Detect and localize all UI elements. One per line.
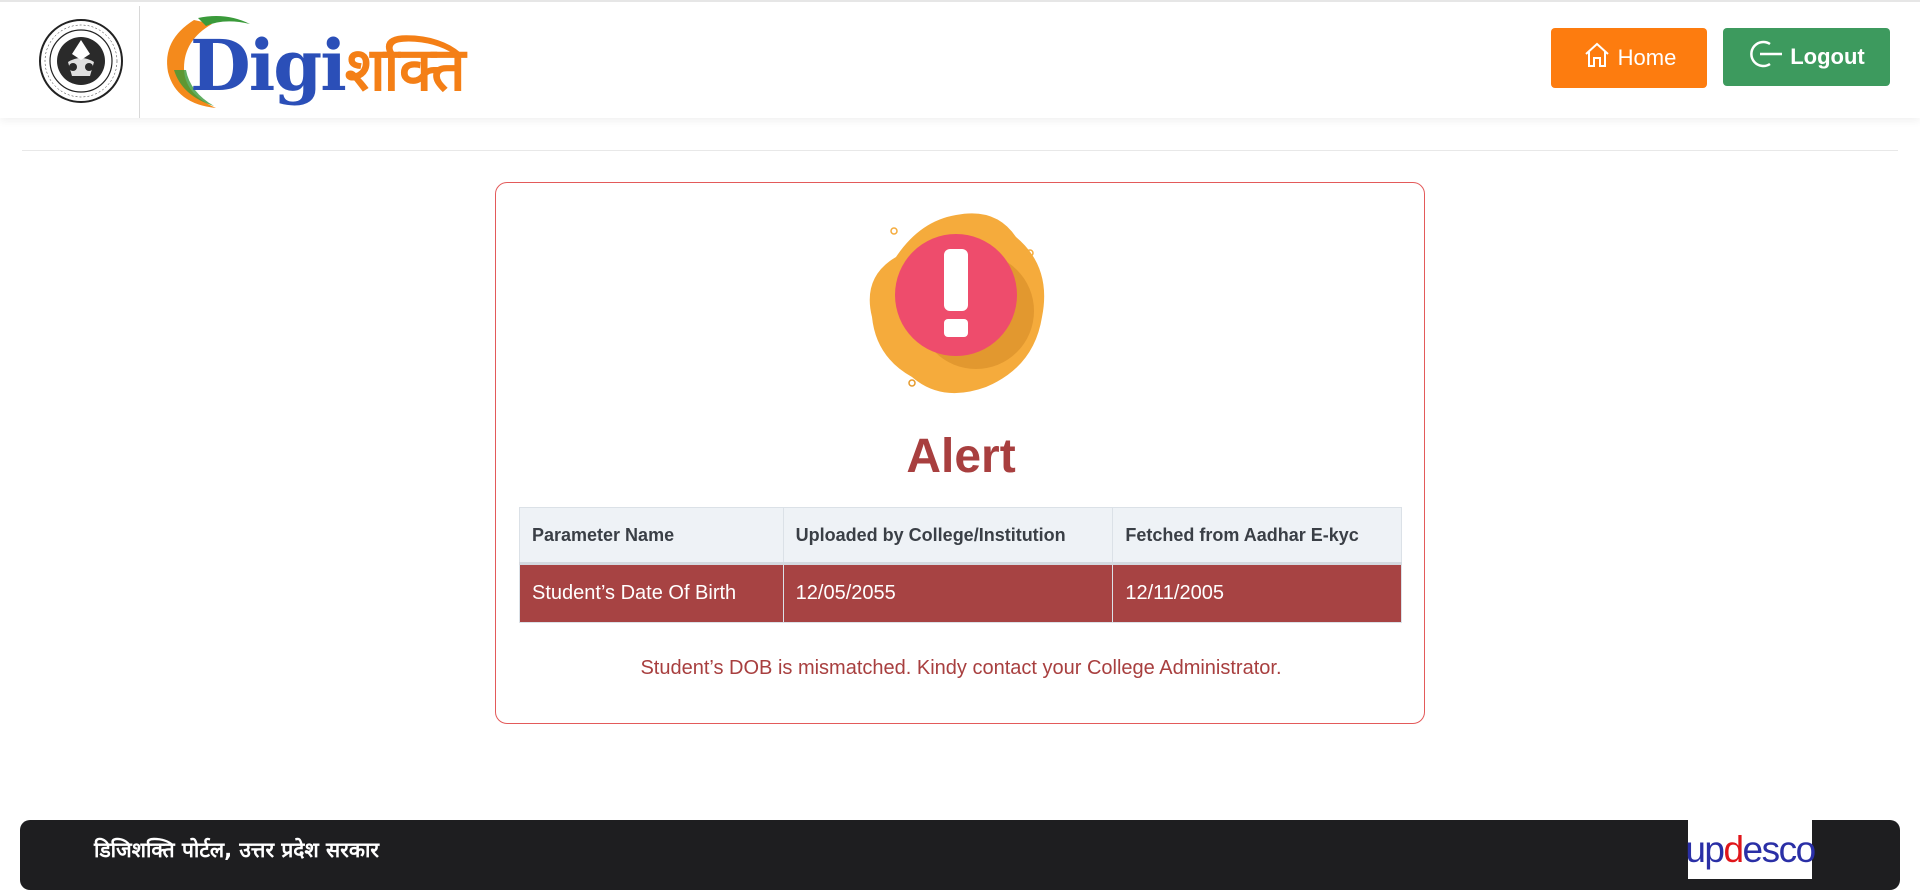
header-divider	[139, 6, 140, 118]
content-divider	[22, 150, 1898, 151]
logout-button[interactable]: Logout	[1723, 28, 1890, 86]
site-header: Digiशक्ति Home Logout	[0, 0, 1920, 118]
table-row: Student’s Date Of Birth 12/05/2055 12/11…	[519, 563, 1402, 623]
table-header-cell: Uploaded by College/Institution	[782, 507, 1114, 565]
table-header-cell: Parameter Name	[519, 507, 784, 565]
site-footer: डिजिशक्ति पोर्टल, उत्तर प्रदेश सरकार upd…	[20, 820, 1900, 890]
alert-exclamation-icon	[856, 207, 1056, 395]
table-cell: 12/05/2055	[782, 563, 1114, 623]
updesco-logo-text: updesco	[1685, 829, 1816, 870]
home-button[interactable]: Home	[1551, 28, 1707, 88]
updesco-logo[interactable]: updesco	[1685, 820, 1816, 879]
digishakti-logo[interactable]: Digiशक्ति	[154, 10, 466, 114]
table-cell: Student’s Date Of Birth	[519, 563, 784, 623]
footer-text: डिजिशक्ति पोर्टल, उत्तर प्रदेश सरकार	[94, 838, 379, 862]
government-emblem-icon	[38, 18, 124, 104]
table-cell: 12/11/2005	[1112, 563, 1402, 623]
alert-message: Student’s DOB is mismatched. Kindy conta…	[640, 657, 1282, 679]
logo-text-devanagari: शक्ति	[344, 35, 466, 105]
logo-text-latin: Digi	[190, 24, 347, 107]
home-icon	[1582, 40, 1612, 76]
logout-icon	[1748, 38, 1784, 76]
table-header-cell: Fetched from Aadhar E-kyc	[1112, 507, 1402, 565]
alert-title: Alert	[906, 430, 1016, 483]
home-button-label: Home	[1617, 45, 1677, 70]
dob-comparison-table: Parameter Name Uploaded by College/Insti…	[519, 507, 1402, 623]
alert-card: Alert Parameter Name Uploaded by College…	[495, 182, 1425, 724]
table-header-row: Parameter Name Uploaded by College/Insti…	[519, 507, 1402, 565]
logout-button-label: Logout	[1790, 44, 1865, 69]
logo-text: Digiशक्ति	[190, 24, 466, 108]
